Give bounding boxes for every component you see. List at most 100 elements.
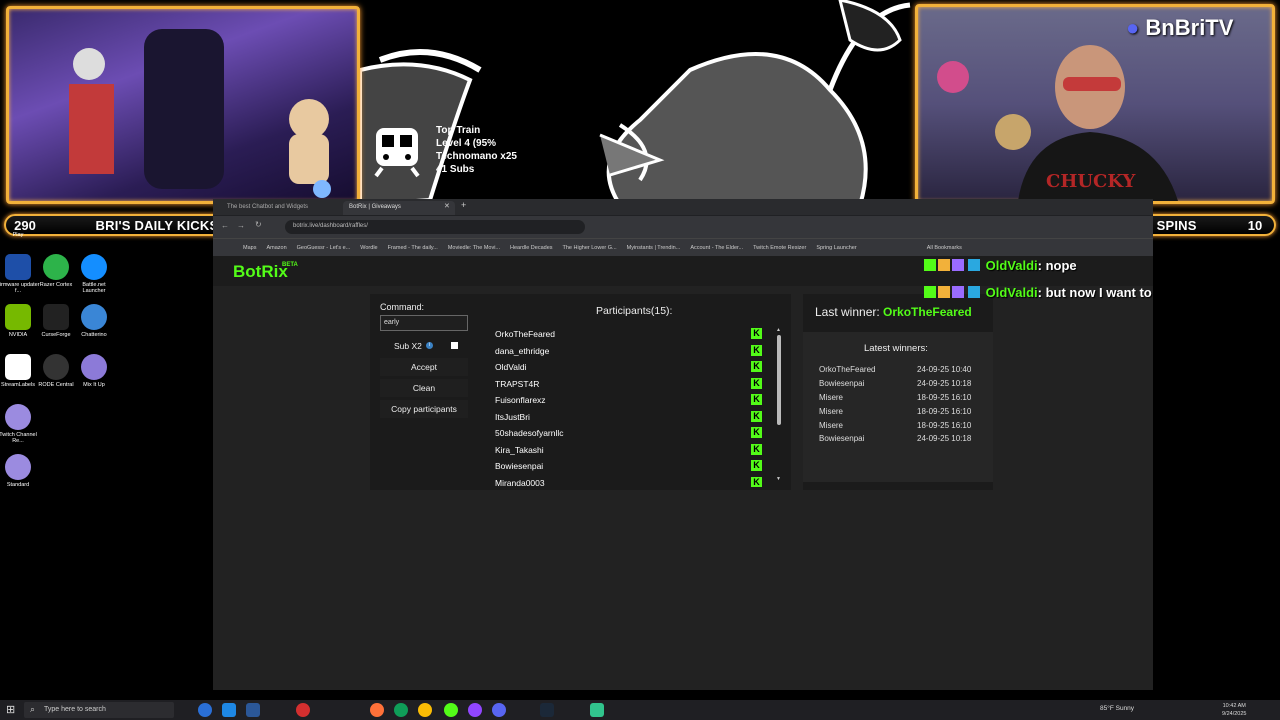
taskbar-clock[interactable]: 10:42 AM 9/24/2025 (1222, 702, 1246, 718)
svg-text:CHUCKY: CHUCKY (1046, 171, 1137, 192)
reload-icon[interactable]: ↻ (255, 220, 262, 229)
participant-row[interactable]: dana_ethridge K (495, 344, 765, 359)
participant-row[interactable]: TRAPST4R K (495, 377, 765, 392)
bookmark-elder-scrolls[interactable]: Account - The Elder... (690, 245, 743, 251)
taskbar-chrome-icon[interactable] (418, 703, 432, 717)
participant-row[interactable]: OldValdi K (495, 360, 765, 375)
taskbar-search[interactable]: ⌕ Type here to search (24, 702, 174, 718)
chat-username: OldValdi (985, 258, 1038, 273)
taskbar-firefox-icon[interactable] (370, 703, 384, 717)
desktop-icon-play[interactable]: Play (0, 232, 40, 238)
new-tab-icon[interactable]: + (461, 200, 466, 210)
botrix-page: BotRix BETA Command: early Sub X2 i Acce… (213, 256, 1153, 690)
info-icon[interactable]: i (426, 342, 433, 349)
scroll-down-icon[interactable]: ▼ (776, 476, 781, 482)
kick-icon: K (751, 394, 762, 405)
tab-giveaways[interactable]: BotRix | Giveaways (343, 201, 455, 215)
bookmark-myinstants[interactable]: Myinstants | Trendin... (627, 245, 681, 251)
desktop-icon-battlenet[interactable]: Battle.net Launcher (72, 254, 116, 294)
bookmark-moviedle[interactable]: Moviedle: The Movi... (448, 245, 500, 251)
twitch-channel-icon (5, 404, 31, 430)
winner-panel: Last winner: OrkoTheFeared Latest winner… (803, 294, 993, 490)
goal-current: 290 (14, 217, 36, 233)
taskbar-word-icon[interactable] (246, 703, 260, 717)
kick-icon: K (751, 361, 762, 372)
windows-taskbar: ⊞ ⌕ Type here to search 85°F Sunny 10:42… (0, 700, 1280, 720)
weather-widget[interactable]: 85°F Sunny (1100, 705, 1134, 712)
taskbar-app-icon[interactable] (444, 703, 458, 717)
desktop-icon-chatterino[interactable]: Chatterino (72, 304, 116, 338)
clock-time: 10:42 AM (1222, 703, 1246, 709)
chat-badges-icon (924, 259, 980, 271)
bookmark-emote-resizer[interactable]: Twitch Emote Resizer (753, 245, 806, 251)
winner-row: Bowiesenpai 24-09-25 10:18 (819, 434, 972, 443)
beta-badge: BETA (282, 262, 298, 268)
bookmark-maps[interactable]: Maps (243, 245, 256, 251)
scroll-up-icon[interactable]: ▲ (776, 327, 781, 333)
participant-row[interactable]: Miranda0003 K (495, 476, 765, 487)
participant-row[interactable]: OrkoTheFeared K (495, 327, 765, 342)
bookmark-heardle[interactable]: Heardle Decades (510, 245, 553, 251)
clean-button[interactable]: Clean (380, 379, 468, 397)
tab-botrix-home[interactable]: The best Chatbot and Widgets (221, 201, 339, 215)
participant-row[interactable]: Bowiesenpai K (495, 459, 765, 474)
curseforge-icon (43, 304, 69, 330)
winner-row: OrkoTheFeared 24-09-25 10:40 (819, 365, 972, 374)
taskbar-steam-icon[interactable] (540, 703, 554, 717)
bookmark-spring-launcher[interactable]: Spring Launcher (816, 245, 856, 251)
botrix-logo[interactable]: BotRix (233, 262, 288, 282)
channel-name: BnBriTV (1145, 15, 1234, 40)
kick-icon: K (751, 377, 762, 389)
chat-badges-icon (924, 286, 980, 298)
streamlabels-icon (5, 354, 31, 380)
forward-icon[interactable]: → (237, 221, 245, 230)
participant-row[interactable]: Kira_Takashi K (495, 443, 765, 458)
bookmark-amazon[interactable]: Amazon (266, 245, 286, 251)
winner-row: Misere 18-09-25 16:10 (819, 393, 972, 402)
kick-icon: K (751, 344, 762, 356)
bookmark-geoguessr[interactable]: GeoGuessr - Let's e... (297, 245, 351, 251)
desktop-icon-mix-it-up[interactable]: Mix It Up (72, 354, 116, 388)
taskbar-app-icon[interactable] (590, 703, 604, 717)
bookmarks-bar: Maps Amazon GeoGuessr - Let's e... Wordl… (213, 238, 1153, 256)
kick-icon: K (751, 410, 762, 422)
train-title: Top Train (436, 125, 481, 136)
sub-multiplier-checkbox[interactable] (451, 342, 458, 349)
participant-row[interactable]: Fuisonflarexz K (495, 393, 765, 408)
command-label: Command: (380, 302, 425, 312)
taskbar-discord-icon[interactable] (492, 703, 506, 717)
participants-list[interactable]: OrkoTheFeared K dana_ethridge K OldValdi K … (483, 327, 771, 487)
desktop-icon-standard[interactable]: Standard (0, 454, 40, 488)
tab-close-icon[interactable]: ✕ (444, 202, 450, 210)
kick-icon: K (751, 476, 762, 487)
taskbar-outlook-icon[interactable] (222, 703, 236, 717)
last-winner-name: OrkoTheFeared (883, 305, 972, 319)
tab-strip: The best Chatbot and Widgets BotRix | Gi… (213, 199, 1153, 215)
taskbar-app-icon[interactable] (198, 703, 212, 717)
taskbar-app-icon[interactable] (296, 703, 310, 717)
taskbar-twitch-icon[interactable] (468, 703, 482, 717)
bookmark-all[interactable]: All Bookmarks (927, 245, 962, 251)
chat-username: OldValdi (985, 285, 1038, 300)
kick-icon: K (751, 427, 762, 438)
accept-button[interactable]: Accept (380, 358, 468, 376)
chat-text: but now I want to (1045, 285, 1152, 300)
participant-row[interactable]: 50shadesofyarnllc K (495, 426, 765, 441)
desktop-icon-twitch-channel[interactable]: Twitch Channel Re... (0, 404, 40, 444)
participant-row[interactable]: ItsJustBri K (495, 410, 765, 425)
bookmark-higher-lower[interactable]: The Higher Lower G... (563, 245, 617, 251)
back-icon[interactable]: ← (221, 221, 229, 230)
scroll-thumb[interactable] (777, 335, 781, 425)
last-winner: Last winner: OrkoTheFeared (815, 305, 972, 319)
latest-winners-title: Latest winners: (864, 343, 928, 354)
taskbar-edge-icon[interactable] (394, 703, 408, 717)
url-input[interactable]: botrix.live/dashboard/raffles/ (285, 220, 585, 234)
participants-scrollbar[interactable]: ▲ ▼ (776, 327, 782, 483)
copy-participants-button[interactable]: Copy participants (380, 400, 468, 418)
bookmark-wordle[interactable]: Wordle (360, 245, 377, 251)
firmware-icon (5, 254, 31, 280)
participants-title: Participants(15): (596, 305, 673, 317)
start-icon[interactable]: ⊞ (6, 703, 15, 716)
command-input[interactable]: early (380, 315, 468, 331)
bookmark-framed[interactable]: Framed - The daily... (388, 245, 438, 251)
